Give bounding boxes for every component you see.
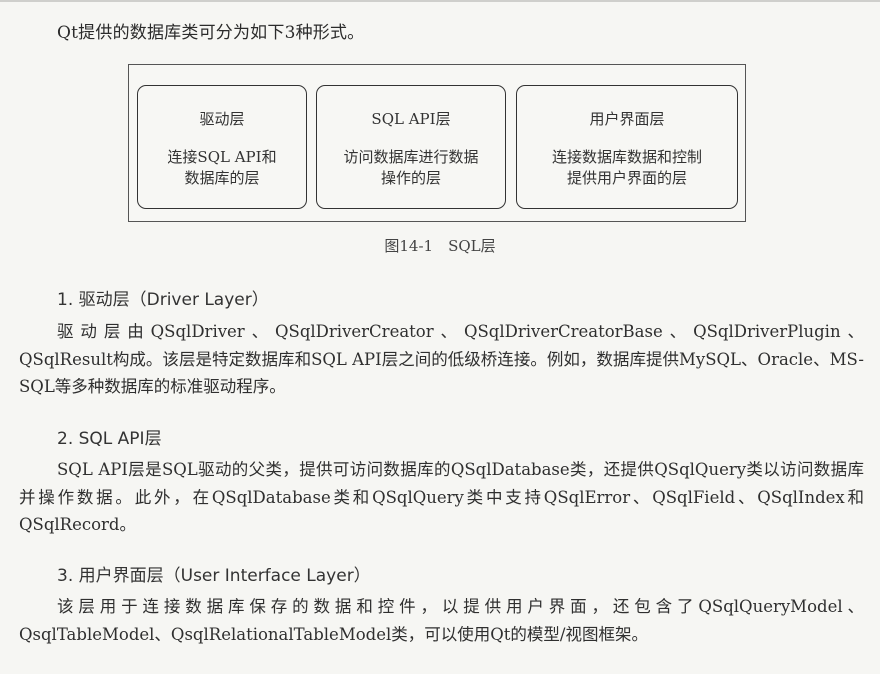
section-heading: 2. SQL API层: [57, 429, 162, 449]
section-paragraph: 驱动层由QSqlDriver、QSqlDriverCreator、QSqlDri…: [19, 322, 864, 396]
section-paragraph: 该层用于连接数据库保存的数据和控件，以提供用户界面，还包含了QSqlQueryM…: [19, 597, 864, 644]
box-desc-line: 访问数据库进行数据: [343, 148, 479, 166]
figure-caption: 图14-1 SQL层: [384, 237, 496, 255]
driver-layer-box: 驱动层 连接SQL API和 数据库的层: [137, 85, 307, 209]
box-desc-line: 数据库的层: [184, 169, 260, 187]
sql-layers-diagram: 驱动层 连接SQL API和 数据库的层 SQL API层 访问数据库进行数据 …: [128, 64, 746, 222]
box-desc-line: 连接SQL API和: [167, 148, 277, 166]
ui-layer-box: 用户界面层 连接数据库数据和控制 提供用户界面的层: [516, 85, 738, 209]
box-description: 访问数据库进行数据 操作的层: [317, 147, 505, 189]
section-paragraph: SQL API层是SQL驱动的父类，提供可访问数据库的QSqlDatabase类…: [19, 460, 864, 534]
section-heading: 1. 驱动层（Driver Layer）: [57, 290, 269, 310]
box-desc-line: 操作的层: [380, 169, 441, 187]
box-title: 驱动层: [199, 110, 245, 128]
box-desc-line: 提供用户界面的层: [566, 169, 687, 187]
box-description: 连接SQL API和 数据库的层: [138, 147, 306, 189]
box-title: 用户界面层: [589, 110, 665, 128]
sql-api-layer-box: SQL API层 访问数据库进行数据 操作的层: [316, 85, 506, 209]
box-title: SQL API层: [371, 110, 451, 128]
section-heading: 3. 用户界面层（User Interface Layer）: [57, 566, 371, 586]
intro-text: Qt提供的数据库类可分为如下3种形式。: [57, 23, 365, 43]
box-desc-line: 连接数据库数据和控制: [551, 148, 702, 166]
box-description: 连接数据库数据和控制 提供用户界面的层: [517, 147, 737, 189]
page-top-rule: [0, 0, 880, 2]
